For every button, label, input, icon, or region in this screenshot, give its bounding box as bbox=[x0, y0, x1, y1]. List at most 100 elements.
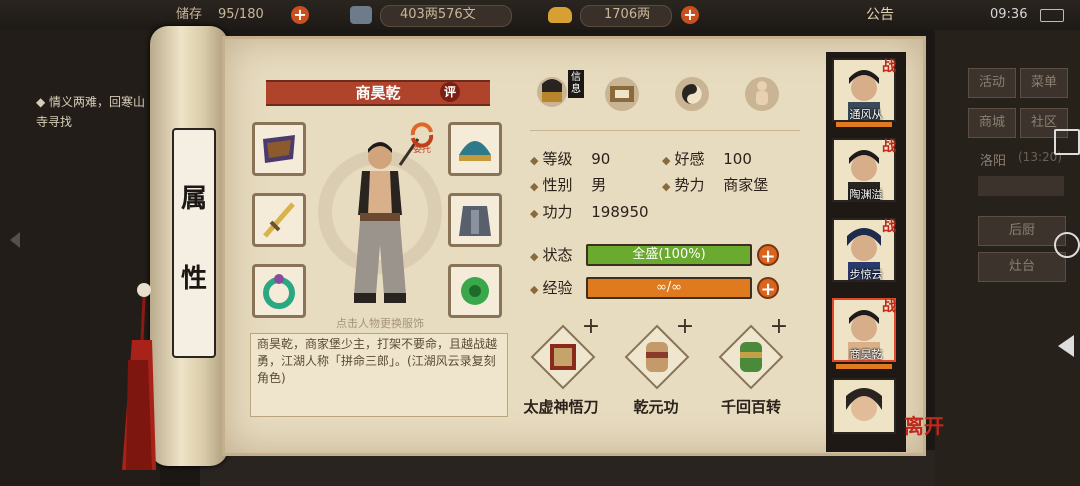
equip-slot-helmet[interactable] bbox=[448, 122, 502, 176]
status-bar-fill: 全盛(100%) bbox=[586, 244, 752, 266]
equip-slot-armor[interactable] bbox=[448, 193, 502, 247]
equip-slot-accessory[interactable] bbox=[448, 264, 502, 318]
character-portrait-icon bbox=[846, 388, 882, 421]
roster-name-4: 商昊乾 bbox=[849, 348, 883, 361]
armor-icon bbox=[459, 206, 491, 236]
stove-label: 灶台 bbox=[1008, 259, 1035, 274]
roster-hp-bar-4 bbox=[836, 364, 892, 369]
equip-slot-ring[interactable] bbox=[252, 264, 306, 318]
faction-label: 势力 bbox=[674, 176, 705, 194]
status-value: 全盛(100%) bbox=[632, 247, 706, 262]
collapse-left-icon[interactable] bbox=[10, 232, 20, 248]
change-outfit-hint: 点击人物更换服饰 bbox=[336, 317, 424, 330]
power-label: 功力 bbox=[542, 203, 573, 221]
kitchen-label: 后厨 bbox=[1008, 223, 1035, 238]
home-nav-icon[interactable] bbox=[1054, 232, 1080, 258]
level-value: 90 bbox=[591, 150, 611, 168]
leave-button[interactable]: 离开 bbox=[904, 410, 954, 450]
add-capacity-button[interactable]: + bbox=[291, 6, 309, 24]
diamond-icon: ◆ bbox=[530, 207, 539, 220]
top-status-bar: 储存 95/180 + 403两576文 1706两 + 公告 09:36 bbox=[0, 0, 1080, 30]
gender-stat: ◆ 性别 男 bbox=[530, 174, 606, 196]
roster-name-2: 陶渊溢 bbox=[849, 188, 883, 201]
identity-tab-icon[interactable] bbox=[602, 74, 642, 114]
back-nav-icon[interactable] bbox=[1058, 335, 1074, 357]
status-row: ◆ 状态 bbox=[530, 244, 572, 266]
sword-icon bbox=[263, 202, 295, 238]
gender-value: 男 bbox=[591, 176, 607, 194]
status-bar-track: 全盛(100%) bbox=[586, 244, 752, 266]
attribute-tab-char-2: 性 bbox=[180, 264, 207, 294]
attribute-tab[interactable]: 属 性 bbox=[172, 128, 216, 358]
red-tassel-icon bbox=[122, 283, 156, 470]
meridian-tab-icon[interactable] bbox=[742, 74, 782, 114]
quest-tracker[interactable]: ◆ 情义两难，回寒山寺寻找 bbox=[36, 92, 156, 132]
bagua-tab-icon[interactable] bbox=[672, 74, 712, 114]
attribute-tab-char-1: 属 bbox=[180, 184, 207, 214]
affinity-value: 100 bbox=[723, 150, 752, 168]
diamond-icon: ◆ bbox=[530, 283, 539, 296]
roster-name-3: 步惊云 bbox=[849, 268, 883, 281]
diamond-icon: ◆ bbox=[530, 250, 539, 263]
silver-money-value: 1706两 bbox=[604, 7, 651, 22]
exp-bar-track: ∞/∞ bbox=[586, 277, 752, 299]
info-tab-icon[interactable] bbox=[532, 70, 572, 110]
activity-button[interactable]: 活动 bbox=[968, 68, 1016, 98]
add-skill-icon[interactable]: + bbox=[581, 316, 601, 338]
shop-button[interactable]: 商城 bbox=[968, 108, 1016, 138]
exp-label: 经验 bbox=[542, 279, 573, 297]
faction-stat: ◆ 势力 商家堡 bbox=[662, 174, 768, 196]
gender-label: 性别 bbox=[542, 176, 573, 194]
add-exp-button[interactable]: + bbox=[757, 277, 779, 300]
skill-name-3: 千回百转 bbox=[720, 398, 781, 416]
equip-slot-weapon[interactable] bbox=[252, 193, 306, 247]
exp-bar-fill: ∞/∞ bbox=[586, 277, 752, 299]
exp-value: ∞/∞ bbox=[655, 280, 683, 295]
capacity-label: 储存 bbox=[176, 7, 203, 22]
status-label: 状态 bbox=[542, 246, 573, 264]
diamond-icon: ◆ bbox=[662, 180, 671, 193]
entrust-label: 委托 bbox=[412, 145, 431, 155]
cape-icon bbox=[263, 135, 295, 163]
exp-row: ◆ 经验 bbox=[530, 277, 572, 299]
character-figure[interactable] bbox=[330, 135, 430, 315]
roster-hp-bar-1 bbox=[836, 122, 892, 127]
recents-nav-icon[interactable] bbox=[1054, 129, 1080, 155]
jade-pendant-icon bbox=[461, 277, 489, 305]
clock: 09:36 bbox=[990, 7, 1028, 22]
character-description-box: 商昊乾，商家堡少主，打架不要命，且越战越勇，江湖人称「拼命三郎」。(江湖风云录复… bbox=[250, 333, 508, 417]
character-description: 商昊乾，商家堡少主，打架不要命，且越战越勇，江湖人称「拼命三郎」。(江湖风云录复… bbox=[257, 337, 498, 385]
skill-name-2: 乾元功 bbox=[633, 398, 679, 416]
power-stat: ◆ 功力 198950 bbox=[530, 201, 649, 223]
silver-ingot-icon bbox=[548, 7, 572, 23]
restore-status-button[interactable]: + bbox=[757, 244, 779, 267]
diamond-icon: ◆ bbox=[662, 154, 671, 167]
affinity-label: 好感 bbox=[674, 150, 705, 168]
level-label: 等级 bbox=[542, 150, 573, 168]
jade-ring-icon bbox=[263, 274, 295, 309]
kitchen-button[interactable]: 后厨 bbox=[978, 216, 1066, 246]
helmet-icon bbox=[459, 141, 491, 161]
announcement-button[interactable]: 公告 bbox=[866, 5, 894, 25]
add-skill-icon[interactable]: + bbox=[769, 316, 789, 338]
copper-money-value: 403两576文 bbox=[400, 7, 476, 22]
stove-button[interactable]: 灶台 bbox=[978, 252, 1066, 282]
battle-tag-2: 战 bbox=[882, 139, 896, 155]
add-skill-icon[interactable]: + bbox=[675, 316, 695, 338]
faction-value: 商家堡 bbox=[723, 176, 769, 194]
menu-button[interactable]: 菜单 bbox=[1020, 68, 1068, 98]
skill-name-1: 太虚神悟刀 bbox=[523, 398, 599, 416]
diamond-icon: ◆ bbox=[530, 154, 539, 167]
equip-slot-cape[interactable] bbox=[252, 122, 306, 176]
location-map-strip[interactable] bbox=[978, 176, 1064, 196]
affinity-stat: ◆ 好感 100 bbox=[662, 148, 752, 170]
roster-portrait-5[interactable] bbox=[832, 378, 896, 434]
capacity-value: 95/180 bbox=[218, 7, 264, 22]
roster-name-1: 通风从 bbox=[849, 108, 883, 121]
evaluate-button[interactable]: 评 bbox=[440, 82, 460, 102]
add-silver-button[interactable]: + bbox=[681, 6, 699, 24]
stats-divider bbox=[530, 130, 800, 131]
battle-tag-1: 战 bbox=[882, 59, 896, 75]
battle-tag-4: 战 bbox=[882, 299, 896, 315]
diamond-icon: ◆ bbox=[530, 180, 539, 193]
